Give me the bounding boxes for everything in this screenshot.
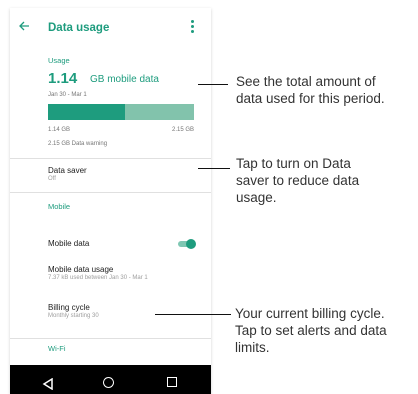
divider: [10, 192, 211, 193]
more-options-icon[interactable]: [191, 20, 195, 34]
data-saver-title: Data saver: [48, 166, 87, 175]
mobile-data-label: Mobile data: [48, 239, 90, 248]
callout-saver-line-3: usage.: [236, 190, 277, 205]
navigation-bar: [10, 365, 211, 394]
usage-progress-bar: [48, 104, 194, 120]
mobile-data-usage-row[interactable]: Mobile data usage 7.37 kB used between J…: [10, 262, 211, 290]
billing-cycle-title: Billing cycle: [48, 303, 90, 312]
back-arrow-icon[interactable]: [18, 20, 32, 34]
data-saver-row[interactable]: Data saver Off: [10, 159, 211, 189]
callout-billing: Your current billing cycle. Tap to set a…: [235, 305, 387, 356]
divider: [10, 338, 211, 339]
data-saver-status: Off: [48, 176, 56, 182]
usage-section-label: Usage: [48, 56, 70, 65]
data-warning-text: 2.15 GB Data warning: [48, 141, 108, 147]
usage-bar-right-label: 2.15 GB: [172, 127, 195, 133]
mobile-data-toggle[interactable]: [178, 239, 196, 249]
callout-saver: Tap to turn on Data saver to reduce data…: [236, 155, 359, 206]
mobile-data-usage-subtitle: 7.37 kB used between Jan 30 - Mar 1: [48, 275, 148, 281]
mobile-section-label: Mobile: [48, 202, 71, 211]
usage-progress-fill: [48, 104, 126, 120]
wifi-section-label[interactable]: Wi-Fi: [48, 344, 66, 353]
callout-billing-line-3: limits.: [235, 340, 270, 355]
mobile-data-usage-title: Mobile data usage: [48, 265, 114, 274]
callout-billing-line-2: Tap to set alerts and data: [235, 323, 387, 338]
callout-line-billing: [155, 314, 231, 316]
callout-line-saver: [198, 168, 230, 170]
usage-amount: 1.14: [48, 70, 78, 87]
page-title: Data usage: [48, 22, 110, 34]
callout-total-line-1: See the total amount of: [236, 74, 376, 89]
usage-bar-left-label: 1.14 GB: [48, 127, 71, 133]
nav-home-icon[interactable]: [103, 377, 114, 388]
callout-total: See the total amount of data used for th…: [236, 73, 385, 107]
billing-cycle-subtitle: Monthly starting 30: [48, 313, 99, 319]
callout-total-line-2: data used for this period.: [236, 91, 385, 106]
callout-saver-line-2: saver to reduce data: [236, 173, 360, 188]
nav-back-icon[interactable]: [42, 377, 54, 391]
phone-screen: Data usage Usage 1.14 GB mobile data Jan…: [10, 8, 211, 394]
callout-saver-line-1: Tap to turn on Data: [236, 156, 351, 171]
callout-billing-line-1: Your current billing cycle.: [235, 306, 385, 321]
nav-recents-icon[interactable]: [167, 377, 177, 387]
app-bar: Data usage: [10, 8, 211, 50]
usage-unit: GB mobile data: [90, 74, 159, 85]
callout-line-total: [198, 84, 228, 86]
usage-period: Jan 30 - Mar 1: [48, 92, 87, 98]
